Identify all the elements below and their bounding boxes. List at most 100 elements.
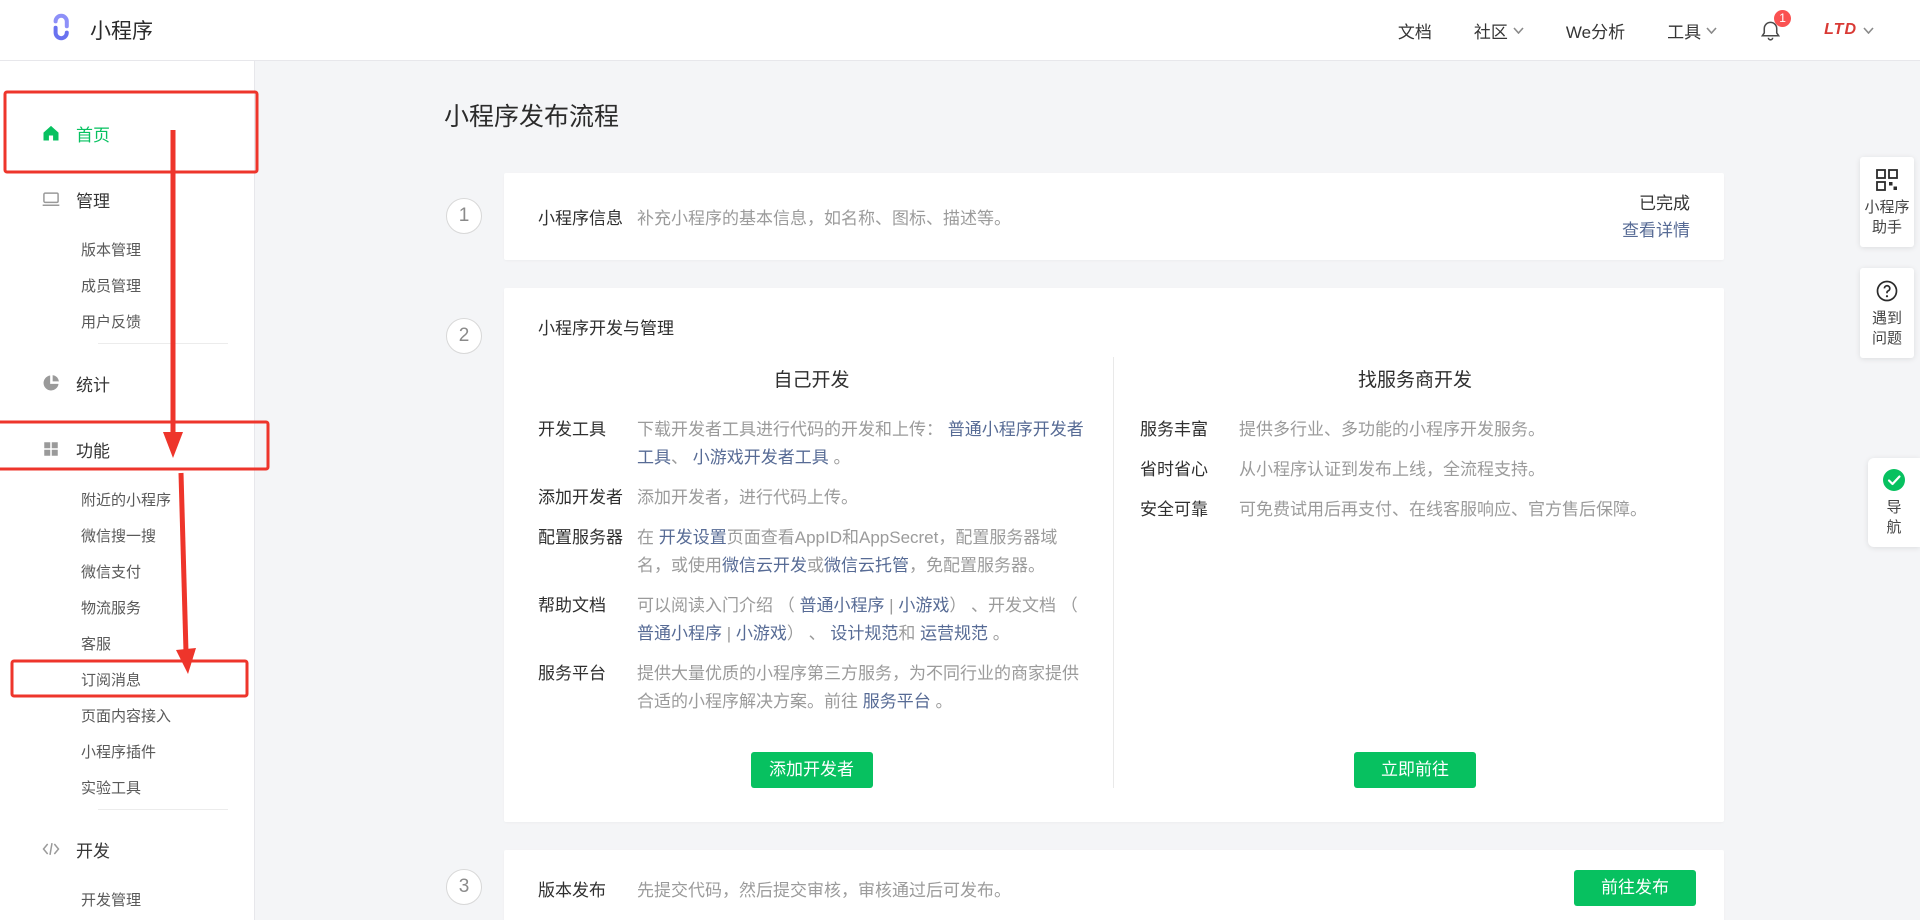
nav-community-label: 社区 (1474, 18, 1508, 43)
sidebar-sublist-develop: 开发管理 (0, 881, 254, 917)
qr-code-icon (1875, 168, 1899, 192)
sidebar-sublist-features: 附近的小程序微信搜一搜微信支付物流服务客服订阅消息页面内容接入小程序插件实验工具 (0, 481, 254, 805)
go-publish-button[interactable]: 前往发布 (1574, 870, 1696, 906)
info-row-label: 开发工具 (538, 416, 637, 472)
info-row-label: 配置服务器 (538, 524, 637, 580)
sidebar-subitem[interactable]: 小程序插件 (0, 733, 254, 769)
sidebar-item-manage[interactable]: 管理 (0, 177, 254, 221)
sidebar-subitem[interactable]: 订阅消息 (0, 661, 254, 697)
self-develop-rows: 开发工具下载开发者工具进行代码的开发和上传： 普通小程序开发者工具、 小游戏开发… (538, 416, 1085, 728)
sidebar-subitem[interactable]: 物流服务 (0, 589, 254, 625)
monitor-icon (40, 189, 61, 210)
nav-we-analysis[interactable]: We分析 (1566, 18, 1625, 43)
dev-columns: 自己开发 开发工具下载开发者工具进行代码的开发和上传： 普通小程序开发者工具、 … (538, 357, 1690, 788)
question-icon (1875, 279, 1899, 303)
info-row: 帮助文档可以阅读入门介绍 （ 普通小程序 | 小游戏） 、开发文档 （ 普通小程… (538, 592, 1085, 648)
step-2: 2 小程序开发与管理 自己开发 开发工具下载开发者工具进行代码的开发和上传： 普… (504, 288, 1724, 822)
step-3: 3 版本发布 先提交代码，然后提交审核，审核通过后可发布。 前往发布 (504, 850, 1724, 920)
inline-link[interactable]: 运营规范 (920, 624, 988, 643)
sidebar-item-features[interactable]: 功能 (0, 427, 254, 471)
nav-docs[interactable]: 文档 (1398, 18, 1432, 43)
step-1-status-block: 已完成 查看详情 (1622, 190, 1690, 244)
sidebar-subitem[interactable]: 实验工具 (0, 769, 254, 805)
header-nav: 文档 社区 We分析 工具 1 LTD (1398, 18, 1874, 43)
info-row-label: 服务平台 (538, 660, 637, 716)
inline-link[interactable]: 开发设置 (659, 528, 727, 547)
step-1-card: 小程序信息 补充小程序的基本信息，如名称、图标、描述等。 已完成 查看详情 (504, 173, 1724, 260)
help-widget[interactable]: 遇到 问题 (1860, 268, 1914, 358)
inline-link[interactable]: 微信云开发 (722, 556, 807, 575)
chevron-down-icon (1706, 27, 1717, 34)
sidebar-divider (98, 809, 228, 810)
inline-link[interactable]: 小游戏 (736, 624, 787, 643)
inline-link[interactable]: 微信云托管 (824, 556, 909, 575)
step-number: 1 (446, 198, 482, 234)
nav-tools[interactable]: 工具 (1667, 18, 1717, 43)
notification-bell[interactable]: 1 (1759, 19, 1782, 42)
sidebar-subitem[interactable]: 附近的小程序 (0, 481, 254, 517)
nav-compass-icon (1882, 468, 1906, 492)
brand[interactable]: 小程序 (46, 11, 153, 49)
inline-link[interactable]: 普通小程序 (799, 596, 884, 615)
sidebar-subitem[interactable]: 页面内容接入 (0, 697, 254, 733)
view-details-link[interactable]: 查看详情 (1622, 217, 1690, 244)
sidebar-subitem[interactable]: 微信支付 (0, 553, 254, 589)
step-1-desc: 补充小程序的基本信息，如名称、图标、描述等。 (637, 204, 1011, 229)
inline-link[interactable]: 小游戏开发者工具 (693, 448, 829, 467)
inline-link[interactable]: 普通小程序 (637, 624, 722, 643)
sidebar-item-label: 开发 (76, 837, 110, 862)
pie-chart-icon (40, 373, 61, 394)
account-menu[interactable]: LTD (1824, 21, 1874, 39)
step-3-title: 版本发布 (538, 876, 637, 901)
sidebar-subitem[interactable]: 版本管理 (0, 231, 254, 267)
info-row-text: 提供大量优质的小程序第三方服务，为不同行业的商家提供合适的小程序解决方案。前往 … (637, 660, 1085, 716)
sidebar-item-label: 首页 (76, 121, 110, 146)
sidebar-subitem[interactable]: 开发管理 (0, 881, 254, 917)
nav-community[interactable]: 社区 (1474, 18, 1524, 43)
sidebar-item-home[interactable]: 首页 (0, 111, 254, 155)
self-develop-button-row: 添加开发者 (538, 728, 1085, 788)
nav-float-widget[interactable]: 导 航 (1868, 458, 1920, 547)
nav-docs-label: 文档 (1398, 18, 1432, 43)
info-row: 服务丰富提供多行业、多功能的小程序开发服务。 (1140, 416, 1690, 444)
brand-label: 小程序 (90, 15, 153, 45)
info-row-label: 安全可靠 (1140, 496, 1239, 524)
inline-link[interactable]: 设计规范 (830, 624, 898, 643)
sidebar-subitem[interactable]: 客服 (0, 625, 254, 661)
help-label-line: 问题 (1864, 329, 1910, 349)
sidebar-sublist-manage: 版本管理成员管理用户反馈 (0, 231, 254, 339)
chevron-down-icon (1513, 27, 1524, 34)
nav-label-line: 导 (1872, 498, 1916, 518)
sidebar-subitem[interactable]: 成员管理 (0, 267, 254, 303)
inline-link[interactable]: 服务平台 (863, 692, 931, 711)
service-provider-column: 找服务商开发 服务丰富提供多行业、多功能的小程序开发服务。省时省心从小程序认证到… (1114, 357, 1690, 788)
step-2-title: 小程序开发与管理 (538, 314, 1690, 339)
account-logo: LTD (1824, 21, 1857, 39)
self-develop-column: 自己开发 开发工具下载开发者工具进行代码的开发和上传： 普通小程序开发者工具、 … (538, 357, 1114, 788)
nav-we-analysis-label: We分析 (1566, 18, 1625, 43)
sidebar-subitem[interactable]: 微信搜一搜 (0, 517, 254, 553)
sidebar-item-stats[interactable]: 统计 (0, 361, 254, 405)
add-developer-button[interactable]: 添加开发者 (751, 752, 873, 788)
status-badge: 已完成 (1639, 194, 1690, 213)
step-3-card: 版本发布 先提交代码，然后提交审核，审核通过后可发布。 前往发布 (504, 850, 1724, 920)
info-row: 服务平台提供大量优质的小程序第三方服务，为不同行业的商家提供合适的小程序解决方案… (538, 660, 1085, 716)
sidebar-item-label: 功能 (76, 437, 110, 462)
info-row: 配置服务器在 开发设置页面查看AppID和AppSecret，配置服务器域名，或… (538, 524, 1085, 580)
notification-badge: 1 (1774, 10, 1791, 27)
step-2-card: 小程序开发与管理 自己开发 开发工具下载开发者工具进行代码的开发和上传： 普通小… (504, 288, 1724, 822)
info-row-text: 在 开发设置页面查看AppID和AppSecret，配置服务器域名，或使用微信云… (637, 524, 1085, 580)
home-icon (40, 123, 61, 144)
go-now-button[interactable]: 立即前往 (1354, 752, 1476, 788)
sidebar-subitem[interactable]: 用户反馈 (0, 303, 254, 339)
miniprogram-assistant-widget[interactable]: 小程序 助手 (1860, 157, 1914, 247)
service-provider-title: 找服务商开发 (1140, 365, 1690, 392)
service-provider-rows: 服务丰富提供多行业、多功能的小程序开发服务。省时省心从小程序认证到发布上线，全流… (1140, 416, 1690, 536)
inline-link[interactable]: 小游戏 (898, 596, 949, 615)
chevron-down-icon (1863, 27, 1874, 34)
sidebar: 首页 管理 版本管理成员管理用户反馈 统计 功能 附近的小程序微信搜一搜微信支付… (0, 61, 255, 920)
sidebar-item-develop[interactable]: 开发 (0, 827, 254, 871)
info-row-text: 提供多行业、多功能的小程序开发服务。 (1239, 416, 1690, 444)
right-rail: 小程序 助手 遇到 问题 导 航 (1858, 157, 1920, 547)
sidebar-divider (98, 343, 228, 344)
